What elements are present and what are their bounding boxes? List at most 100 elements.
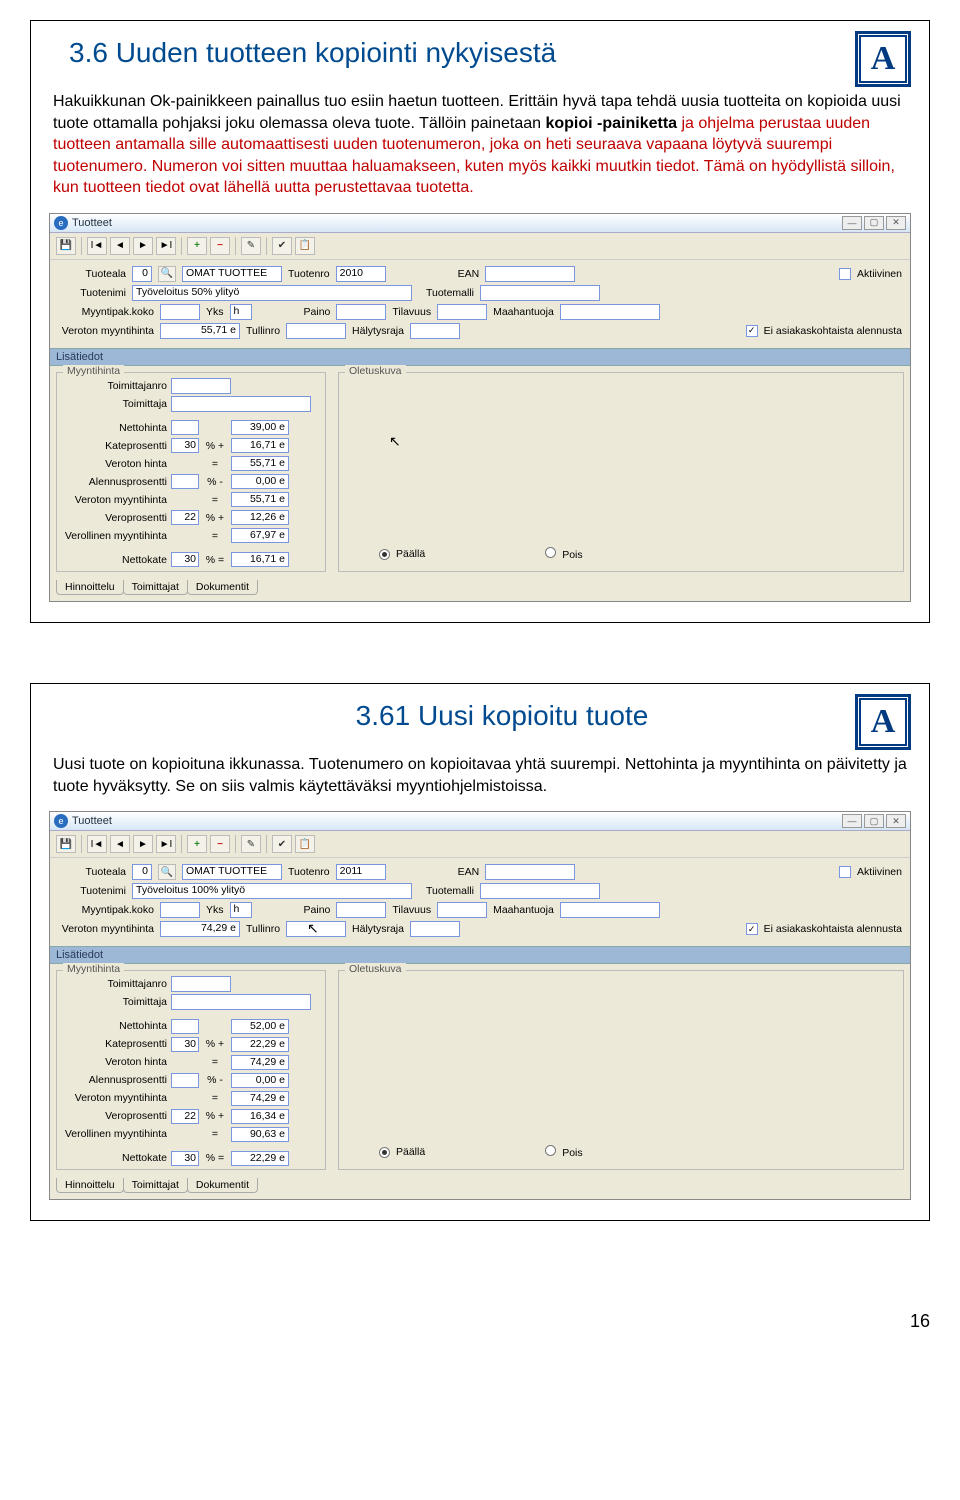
toolbar: 💾 I◄ ◄ ► ►I + − ✎ ✔ 📋: [50, 233, 910, 260]
nettohinta-input[interactable]: 39,00 e: [231, 420, 289, 435]
slide2-title: 3.61 Uusi kopioitu tuote: [49, 694, 855, 738]
myyntipak-input[interactable]: [160, 304, 200, 320]
edit-icon[interactable]: ✎: [241, 835, 261, 853]
maximize-icon[interactable]: ▢: [864, 216, 884, 230]
halytysraja-input[interactable]: [410, 921, 460, 937]
ei-alennus-checkbox[interactable]: [746, 325, 758, 337]
tuotenimi-input[interactable]: Työveloitus 100% ylityö: [132, 883, 412, 899]
lookup-icon[interactable]: 🔍: [158, 266, 176, 282]
tuoteala-input[interactable]: 0: [132, 864, 152, 880]
close-icon[interactable]: ✕: [886, 814, 906, 828]
nav-next-icon[interactable]: ►: [133, 835, 153, 853]
bottom-tabs: Hinnoittelu Toimittajat Dokumentit: [50, 578, 910, 601]
add-icon[interactable]: +: [187, 237, 207, 255]
myyntihinta-legend: Myyntihinta: [63, 365, 124, 377]
tuoteala-name-input[interactable]: OMAT TUOTTEE: [182, 864, 282, 880]
toimittaja-input[interactable]: [171, 994, 311, 1010]
copy-icon[interactable]: 📋: [295, 835, 315, 853]
aktiivinen-checkbox[interactable]: [839, 268, 851, 280]
paino-input[interactable]: [336, 902, 386, 918]
save-icon[interactable]: 💾: [56, 835, 76, 853]
confirm-icon[interactable]: ✔: [272, 237, 292, 255]
nav-prev-icon[interactable]: ◄: [110, 237, 130, 255]
remove-icon[interactable]: −: [210, 835, 230, 853]
alen-pct-input[interactable]: [171, 474, 199, 489]
ean-input[interactable]: [485, 864, 575, 880]
label-aktiivinen: Aktiivinen: [857, 268, 902, 280]
window-title: Tuotteet: [72, 815, 842, 827]
radio-paalla[interactable]: [379, 1147, 390, 1158]
oletuskuva-group: Oletuskuva Päällä Pois: [338, 970, 904, 1170]
tab-toimittajat[interactable]: Toimittajat: [123, 580, 188, 595]
tilavuus-input[interactable]: [437, 902, 487, 918]
section-header-lisatiedot: Lisätiedot: [50, 946, 910, 964]
toimittajanro-input[interactable]: [171, 378, 231, 394]
kate-pct-input[interactable]: 30: [171, 438, 199, 453]
confirm-icon[interactable]: ✔: [272, 835, 292, 853]
nav-last-icon[interactable]: ►I: [156, 835, 176, 853]
radio-pois[interactable]: [545, 547, 556, 558]
radio-paalla[interactable]: [379, 549, 390, 560]
tab-toimittajat[interactable]: Toimittajat: [123, 1178, 188, 1193]
form-header-area: Tuoteala 0 🔍 OMAT TUOTTEE Tuotenro 2010 …: [50, 260, 910, 348]
toimittajanro-input[interactable]: [171, 976, 231, 992]
aktiivinen-checkbox[interactable]: [839, 866, 851, 878]
halytysraja-input[interactable]: [410, 323, 460, 339]
tuoteala-input[interactable]: 0: [132, 266, 152, 282]
tuotemalli-input[interactable]: [480, 285, 600, 301]
yks-input[interactable]: h: [230, 902, 252, 918]
toolbar: 💾 I◄ ◄ ► ►I + − ✎ ✔ 📋: [50, 831, 910, 858]
slide-1: 3.6 Uuden tuotteen kopiointi nykyisestä …: [30, 20, 930, 623]
maahantuoja-input[interactable]: [560, 902, 660, 918]
maximize-icon[interactable]: ▢: [864, 814, 884, 828]
minimize-icon[interactable]: —: [842, 814, 862, 828]
copy-icon[interactable]: 📋: [295, 237, 315, 255]
label-halytysraja: Hälytysraja: [352, 325, 404, 337]
tilavuus-input[interactable]: [437, 304, 487, 320]
yks-input[interactable]: h: [230, 304, 252, 320]
window-title: Tuotteet: [72, 217, 842, 229]
tullinro-input[interactable]: [286, 323, 346, 339]
ean-input[interactable]: [485, 266, 575, 282]
nav-prev-icon[interactable]: ◄: [110, 835, 130, 853]
edit-icon[interactable]: ✎: [241, 237, 261, 255]
tuotenro-input[interactable]: 2011: [336, 864, 386, 880]
lookup-icon[interactable]: 🔍: [158, 864, 176, 880]
minimize-icon[interactable]: —: [842, 216, 862, 230]
label-yks: Yks: [206, 306, 224, 318]
page-number: 16: [0, 1301, 960, 1342]
veroton-myynti-input[interactable]: 74,29 e: [160, 921, 240, 937]
ei-alennus-checkbox[interactable]: [746, 923, 758, 935]
remove-icon[interactable]: −: [210, 237, 230, 255]
nav-first-icon[interactable]: I◄: [87, 237, 107, 255]
label-tuotenimi: Tuotenimi: [58, 287, 126, 299]
nav-first-icon[interactable]: I◄: [87, 835, 107, 853]
app-window-2: e Tuotteet — ▢ ✕ 💾 I◄ ◄ ► ►I + − ✎ ✔ 📋: [49, 811, 911, 1200]
maahantuoja-input[interactable]: [560, 304, 660, 320]
logo-icon: A: [855, 694, 911, 750]
tab-hinnoittelu[interactable]: Hinnoittelu: [56, 580, 124, 595]
nav-last-icon[interactable]: ►I: [156, 237, 176, 255]
tab-dokumentit[interactable]: Dokumentit: [187, 580, 258, 595]
slide-2: 3.61 Uusi kopioitu tuote A Uusi tuote on…: [30, 683, 930, 1221]
myyntipak-input[interactable]: [160, 902, 200, 918]
save-icon[interactable]: 💾: [56, 237, 76, 255]
slide1-title: 3.6 Uuden tuotteen kopiointi nykyisestä: [49, 31, 855, 75]
tab-dokumentit[interactable]: Dokumentit: [187, 1178, 258, 1193]
close-icon[interactable]: ✕: [886, 216, 906, 230]
myyntihinta-group: Myyntihinta Toimittajanro Toimittaja Net…: [56, 970, 326, 1170]
veroton-myynti-input[interactable]: 55,71 e: [160, 323, 240, 339]
tuoteala-name-input[interactable]: OMAT TUOTTEE: [182, 266, 282, 282]
tullinro-input[interactable]: ↖: [286, 921, 346, 937]
label-tuotenro: Tuotenro: [288, 268, 330, 280]
tab-hinnoittelu[interactable]: Hinnoittelu: [56, 1178, 124, 1193]
nav-next-icon[interactable]: ►: [133, 237, 153, 255]
tuotenimi-input[interactable]: Työveloitus 50% ylityö: [132, 285, 412, 301]
toimittaja-input[interactable]: [171, 396, 311, 412]
paino-input[interactable]: [336, 304, 386, 320]
vero-pct-input[interactable]: 22: [171, 510, 199, 525]
radio-pois[interactable]: [545, 1145, 556, 1156]
tuotemalli-input[interactable]: [480, 883, 600, 899]
add-icon[interactable]: +: [187, 835, 207, 853]
tuotenro-input[interactable]: 2010: [336, 266, 386, 282]
